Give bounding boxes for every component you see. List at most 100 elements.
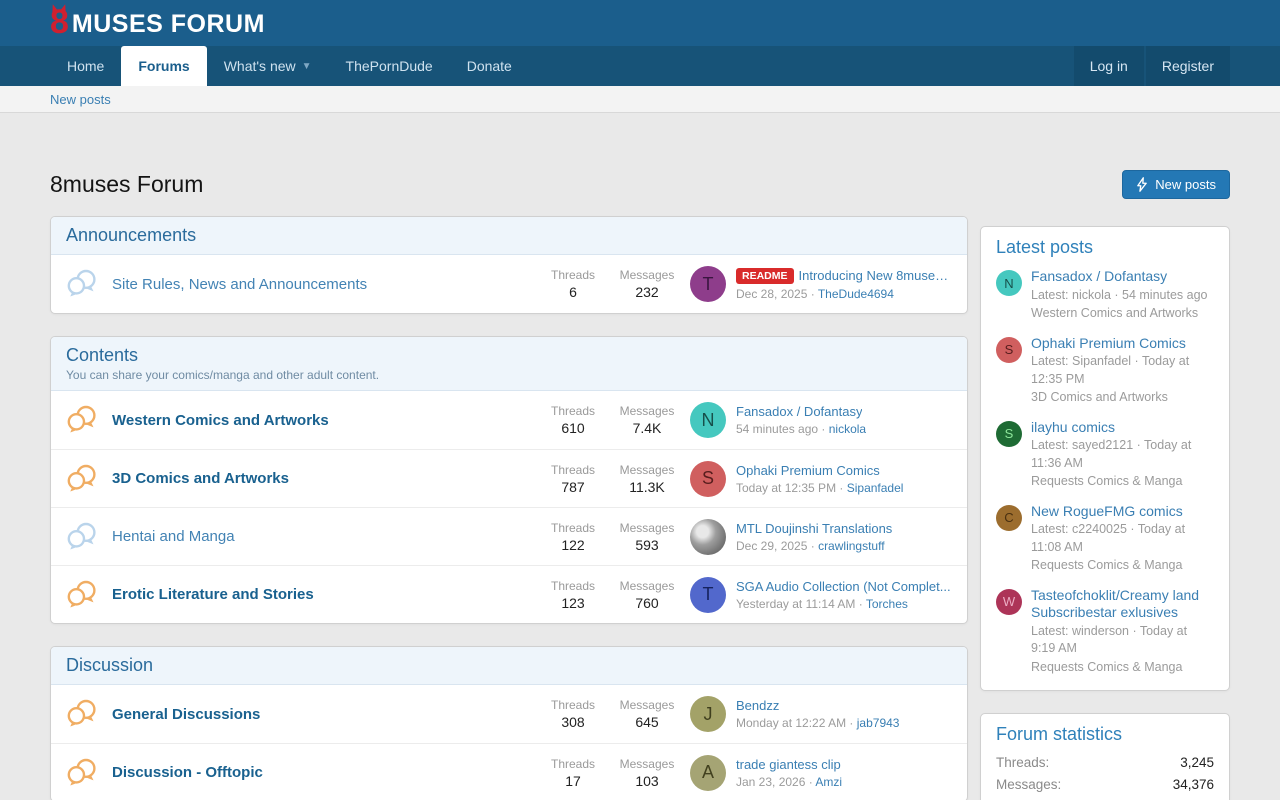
threads-count: 17 [542,773,604,789]
nav-whats-new[interactable]: What's new ▼ [207,46,329,86]
register-button[interactable]: Register [1146,46,1230,86]
avatar-photo[interactable] [690,519,726,555]
threads-label: Threads [542,404,604,418]
latest-thread-link[interactable]: MTL Doujinshi Translations [736,521,892,536]
latest-meta: Monday at 12:22 AM · jab7943 [736,716,899,730]
messages-label: Messages [616,757,678,771]
forum-row: General Discussions Threads308 Messages6… [51,685,967,743]
latest-user-link[interactable]: crawlingstuff [818,539,884,553]
site-logo[interactable]: 8 MUSES FORUM [50,9,265,37]
threads-count: 787 [542,479,604,495]
threads-count: 123 [542,595,604,611]
subnav-new-posts-link[interactable]: New posts [50,92,111,107]
forum-link[interactable]: Site Rules, News and Announcements [112,276,367,293]
thread-link[interactable]: Tasteofchoklit/Creamy land Subscribestar… [1031,587,1199,621]
nav-porndude[interactable]: ThePornDude [329,46,450,86]
avatar[interactable]: J [690,696,726,732]
stat-row: Threads: 3,245 [996,755,1214,770]
forum-link[interactable]: Western Comics and Artworks [112,412,329,429]
thread-link[interactable]: Fansadox / Dofantasy [1031,268,1167,284]
avatar[interactable]: A [690,755,726,791]
forum-read-icon [66,269,98,299]
sub-navigation: New posts [0,86,1280,113]
section-header: Discussion [51,647,967,685]
header: 8 MUSES FORUM [0,0,1280,46]
threads-label: Threads [542,521,604,535]
latest-user-link[interactable]: Amzi [815,775,842,789]
forum-list: Announcements Site Rules, News and Annou… [50,216,968,800]
nav-donate[interactable]: Donate [450,46,529,86]
latest-post: J Bendzz Monday at 12:22 AM · jab7943 [690,696,952,732]
forum-row: Discussion - Offtopic Threads17 Messages… [51,743,967,800]
threads-count: 122 [542,537,604,553]
forum-name: Requests Comics & Manga [1031,659,1214,677]
forum-unread-icon [66,580,98,610]
threads-count: 6 [542,284,604,300]
avatar[interactable]: S [690,461,726,497]
logo-text: MUSES FORUM [72,12,265,37]
threads-label: Threads [542,579,604,593]
latest-thread-link[interactable]: SGA Audio Collection (Not Complet... [736,579,951,594]
latest-user-link[interactable]: Torches [866,597,908,611]
messages-label: Messages [616,698,678,712]
avatar[interactable]: N [690,402,726,438]
latest-user-link[interactable]: Sipanfadel [847,481,904,495]
avatar[interactable]: C [996,505,1022,531]
messages-label: Messages [616,268,678,282]
forum-row: Hentai and Manga Threads122 Messages593 … [51,507,967,565]
forum-link[interactable]: Discussion - Offtopic [112,764,263,781]
latest-time: 54 minutes ago · [736,422,825,436]
latest-meta: 54 minutes ago · nickola [736,422,866,436]
messages-label: Messages [616,404,678,418]
latest-user-link[interactable]: jab7943 [857,716,900,730]
latest-meta: Latest: winderson · Today at 9:19 AM [1031,623,1214,658]
sidebar: Latest posts N Fansadox / Dofantasy Late… [980,216,1230,800]
latest-time: Dec 28, 2025 · [736,287,815,301]
latest-thread-link[interactable]: trade giantess clip [736,757,841,772]
latest-thread-link[interactable]: Bendzz [736,698,779,713]
latest-thread-link[interactable]: Ophaki Premium Comics [736,463,880,478]
avatar[interactable]: S [996,421,1022,447]
avatar[interactable]: W [996,589,1022,615]
latest-user-link[interactable]: nickola [829,422,866,436]
thread-link[interactable]: ilayhu comics [1031,419,1115,435]
latest-user-link[interactable]: TheDude4694 [818,287,894,301]
main-navigation: Home Forums What's new ▼ ThePornDude Don… [0,46,1280,86]
nav-home[interactable]: Home [50,46,121,86]
latest-meta: Latest: nickola · 54 minutes ago [1031,287,1208,305]
avatar[interactable]: T [690,266,726,302]
latest-post: MTL Doujinshi Translations Dec 29, 2025 … [690,519,952,555]
thread-link[interactable]: Ophaki Premium Comics [1031,335,1186,351]
thread-link[interactable]: New RogueFMG comics [1031,503,1183,519]
messages-stat: Messages 232 [616,268,678,300]
latest-post: N Fansadox / Dofantasy 54 minutes ago · … [690,402,952,438]
latest-time: Monday at 12:22 AM · [736,716,853,730]
forum-unread-icon [66,699,98,729]
messages-label: Messages [616,463,678,477]
latest-post: S Ophaki Premium Comics Today at 12:35 P… [690,461,952,497]
new-posts-button[interactable]: New posts [1122,170,1230,199]
section-subtitle: You can share your comics/manga and othe… [66,368,952,382]
latest-meta: Yesterday at 11:14 AM · Torches [736,597,951,611]
forum-link[interactable]: 3D Comics and Artworks [112,470,289,487]
login-button[interactable]: Log in [1074,46,1144,86]
avatar[interactable]: T [690,577,726,613]
latest-time: Today at 12:35 PM · [736,481,843,495]
latest-post-item: N Fansadox / Dofantasy Latest: nickola ·… [996,268,1214,323]
forum-link[interactable]: Erotic Literature and Stories [112,586,314,603]
section-title: Contents [66,345,952,366]
latest-meta: Dec 29, 2025 · crawlingstuff [736,539,892,553]
messages-count: 645 [616,714,678,730]
latest-thread-link[interactable]: Fansadox / Dofantasy [736,404,862,419]
avatar[interactable]: N [996,270,1022,296]
latest-thread-link[interactable]: Introducing New 8muses ... [799,268,952,283]
latest-post-item: C New RogueFMG comics Latest: c2240025 ·… [996,503,1214,575]
avatar[interactable]: S [996,337,1022,363]
forum-row: 3D Comics and Artworks Threads787 Messag… [51,449,967,507]
page-title: 8muses Forum [50,171,203,198]
nav-forums[interactable]: Forums [121,46,206,86]
latest-posts-widget: Latest posts N Fansadox / Dofantasy Late… [980,226,1230,691]
forum-link[interactable]: General Discussions [112,706,260,723]
readme-badge: README [736,268,794,284]
forum-link[interactable]: Hentai and Manga [112,528,235,545]
